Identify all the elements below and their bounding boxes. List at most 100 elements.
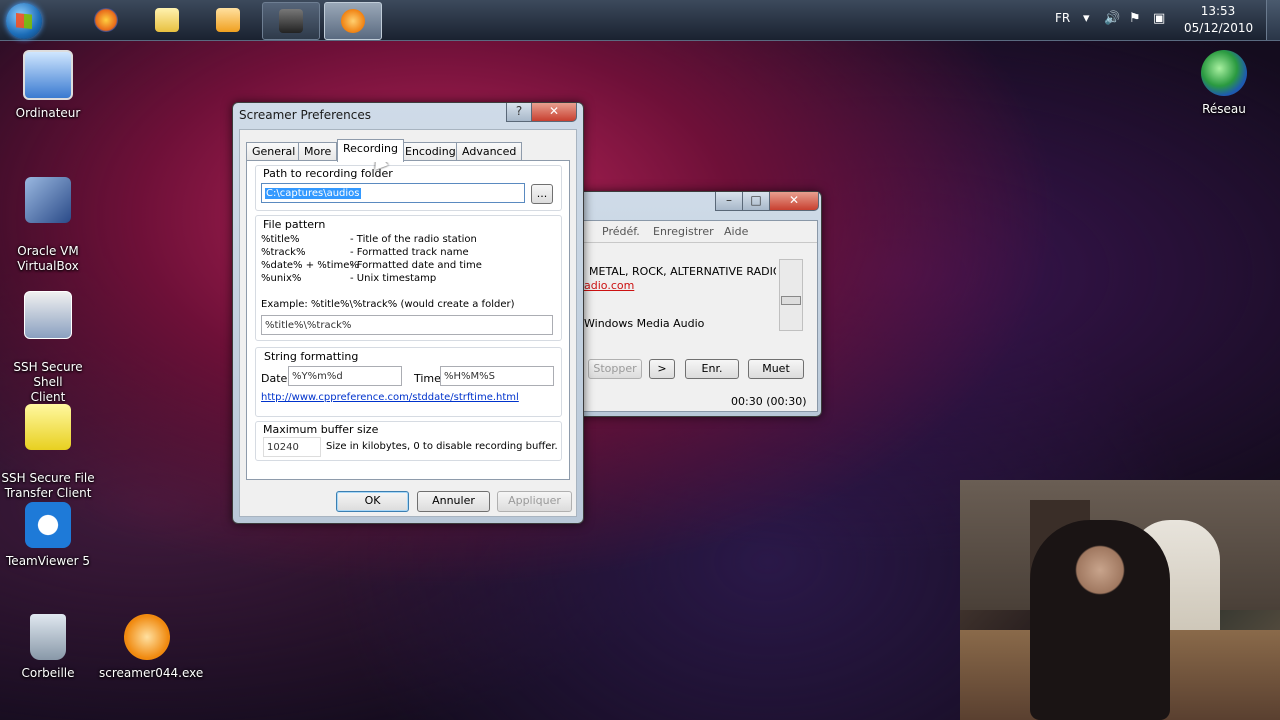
menu-help[interactable]: Aide (724, 225, 748, 238)
taskbar-firefox[interactable] (78, 2, 134, 38)
station-name: METAL, ROCK, ALTERNATIVE RADIO (589, 265, 776, 278)
pattern-key: %date% + %time% (261, 260, 359, 271)
play-button[interactable]: > (649, 359, 675, 379)
webcam-overlay (960, 480, 1280, 720)
desktop-icon-computer[interactable]: Ordinateur (0, 50, 96, 121)
desktop-icon-teamviewer[interactable]: TeamViewer 5 (0, 502, 96, 569)
firefox-icon (94, 8, 118, 32)
pattern-key: %unix% (261, 273, 302, 284)
record-button[interactable]: Enr. (685, 359, 739, 379)
path-input[interactable]: C:\captures\audios (261, 183, 525, 203)
show-desktop-button[interactable] (1266, 0, 1280, 40)
screamer-main-window: – □ ✕ Prédéf. Enregistrer Aide METAL, RO… (560, 191, 822, 417)
desktop-icon-label: Corbeille (21, 666, 75, 680)
start-button[interactable] (6, 3, 42, 39)
screamer-exe-icon (124, 614, 170, 660)
language-indicator[interactable]: FR (1055, 11, 1070, 25)
network-tray-icon[interactable]: ▣ (1153, 11, 1165, 26)
minimize-button[interactable]: – (715, 192, 743, 211)
ssh-transfer-icon (25, 404, 71, 450)
taskbar-media-player[interactable] (200, 2, 256, 38)
browse-button[interactable]: ... (531, 184, 553, 204)
volume-slider-thumb[interactable] (781, 296, 801, 305)
pattern-desc: - Unix timestamp (350, 273, 437, 284)
media-player-icon (216, 8, 240, 32)
action-center-flag-icon[interactable]: ⚑ (1129, 11, 1141, 26)
recycle-bin-icon (30, 614, 66, 660)
tab-encoding[interactable]: Encoding (399, 142, 462, 161)
buffer-desc: Size in kilobytes, 0 to disable recordin… (326, 441, 558, 452)
strftime-link[interactable]: http://www.cppreference.com/stddate/strf… (261, 392, 519, 403)
file-pattern-label: File pattern (263, 218, 326, 231)
volume-icon[interactable]: 🔊 (1104, 11, 1120, 26)
cancel-button[interactable]: Annuler (417, 491, 490, 512)
camera-app-icon (279, 9, 303, 33)
pattern-desc: - Title of the radio station (350, 234, 477, 245)
path-label: Path to recording folder (263, 167, 393, 180)
desktop-icon-label: screamer044.exe (99, 666, 204, 680)
desktop-icon-screamer-exe[interactable]: screamer044.exe (99, 614, 203, 681)
taskbar-explorer[interactable] (139, 2, 195, 38)
buffer-label: Maximum buffer size (263, 423, 379, 436)
desktop-icon-ssh-transfer[interactable]: SSH Secure File Transfer Client (0, 389, 96, 501)
tab-more[interactable]: More (298, 142, 338, 161)
station-link[interactable]: adio.com (584, 279, 634, 292)
elapsed-time: 00:30 (00:30) (731, 395, 807, 408)
network-globe-icon (1201, 50, 1247, 96)
clock-time[interactable]: 13:53 (1196, 4, 1240, 18)
time-label: Time (414, 372, 441, 385)
clock-date[interactable]: 05/12/2010 (1184, 21, 1253, 35)
desktop-icon-recycle-bin[interactable]: Corbeille (0, 614, 96, 681)
teamviewer-icon (25, 502, 71, 548)
recording-tab-panel: Path to recording folder C:\captures\aud… (246, 160, 570, 480)
tab-recording[interactable]: Recording (337, 139, 405, 162)
windows-logo-icon (16, 13, 32, 29)
date-label: Date (261, 372, 288, 385)
taskbar-camera-app[interactable] (262, 2, 320, 40)
desktop-icon-label: Réseau (1202, 102, 1246, 116)
desktop-icon-label: Ordinateur (15, 106, 81, 120)
example-label: Example: %title%\%track% (would create a… (261, 299, 515, 310)
webcam-person (1030, 520, 1170, 720)
path-value: C:\captures\audios (265, 188, 361, 199)
string-formatting-label: String formatting (264, 350, 359, 363)
screamer-client-area: Prédéf. Enregistrer Aide METAL, ROCK, AL… (581, 220, 818, 412)
chevron-down-icon[interactable]: ▾ (1083, 11, 1090, 26)
pattern-key: %track% (261, 247, 306, 258)
virtualbox-icon (25, 177, 71, 223)
codec-label: Windows Media Audio (584, 317, 705, 330)
maximize-button[interactable]: □ (742, 192, 770, 211)
menu-record[interactable]: Enregistrer (653, 225, 714, 238)
desktop-icon-ssh-shell[interactable]: SSH Secure Shell Client (0, 276, 96, 405)
time-format-input[interactable]: %H%M%S (440, 366, 554, 386)
pattern-desc: - Formatted date and time (350, 260, 482, 271)
computer-icon (23, 50, 73, 100)
tab-advanced[interactable]: Advanced (456, 142, 523, 161)
taskbar: FR ▾ 🔊 ⚑ ▣ 13:53 05/12/2010 (0, 0, 1280, 41)
apply-button[interactable]: Appliquer (497, 491, 572, 512)
explorer-folder-icon (155, 8, 179, 32)
desktop-icon-label: TeamViewer 5 (6, 554, 90, 568)
dialog-client-area: General More Recording Encoding Advanced… (239, 129, 577, 517)
help-button[interactable]: ? (506, 103, 532, 122)
volume-slider[interactable] (779, 259, 803, 331)
pattern-key: %title% (261, 234, 300, 245)
ssh-shell-icon (24, 291, 72, 339)
dialog-title: Screamer Preferences (239, 108, 372, 122)
tab-general[interactable]: General (246, 142, 302, 161)
date-format-input[interactable]: %Y%m%d (288, 366, 402, 386)
buffer-size-input[interactable]: 10240 (263, 437, 321, 457)
stop-button[interactable]: Stopper (588, 359, 642, 379)
desktop-icon-label: Oracle VM VirtualBox (17, 244, 79, 273)
pattern-desc: - Formatted track name (350, 247, 469, 258)
close-button[interactable]: ✕ (769, 192, 819, 211)
menu-presets[interactable]: Prédéf. (602, 225, 640, 238)
pattern-input[interactable]: %title%\%track% (261, 315, 553, 335)
desktop-icon-network[interactable]: Réseau (1176, 50, 1272, 117)
ok-button[interactable]: OK (336, 491, 409, 512)
screamer-icon (341, 9, 365, 33)
mute-button[interactable]: Muet (748, 359, 804, 379)
taskbar-screamer[interactable] (324, 2, 382, 40)
close-button[interactable]: ✕ (531, 103, 577, 122)
desktop-icon-virtualbox[interactable]: Oracle VM VirtualBox (0, 162, 96, 274)
